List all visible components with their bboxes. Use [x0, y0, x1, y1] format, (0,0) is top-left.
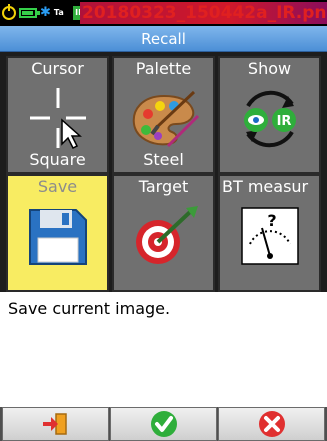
page-title: Recall	[0, 26, 327, 52]
tile-target-label: Target	[138, 177, 189, 196]
tile-bt-measure-label: BT measur	[222, 177, 309, 196]
tile-cursor[interactable]: Cursor Square	[6, 56, 109, 174]
tile-target[interactable]: Target	[112, 174, 215, 292]
status-icons: ✱ Ta IR	[2, 4, 87, 21]
power-icon	[2, 4, 16, 20]
confirm-button[interactable]	[110, 407, 217, 441]
cancel-icon	[258, 411, 285, 437]
palette-icon	[132, 90, 200, 148]
meter-gauge-icon: ?	[241, 207, 299, 265]
ir-label: IR	[277, 114, 292, 129]
tile-palette[interactable]: Palette Steel	[112, 56, 215, 174]
tile-cursor-label: Cursor	[31, 59, 84, 78]
tile-save-label: Save	[37, 177, 78, 196]
status-bar: ✱ Ta IR 20180323_150442a_IR.png	[0, 0, 327, 26]
tile-show-label: Show	[247, 59, 292, 78]
tile-cursor-value: Square	[29, 150, 86, 169]
check-icon	[150, 411, 177, 437]
tile-palette-value: Steel	[143, 150, 184, 169]
target-dart-icon	[136, 206, 198, 264]
tile-save[interactable]: Save	[6, 174, 109, 292]
exit-button[interactable]	[2, 407, 109, 441]
filename-label: 20180323_150442a_IR.png	[80, 2, 327, 24]
tile-show[interactable]: Show IR	[218, 56, 321, 174]
description-text: Save current image.	[0, 292, 327, 407]
cancel-button[interactable]	[218, 407, 325, 441]
cursor-crosshair-icon	[30, 88, 86, 150]
ta-icon: Ta	[53, 8, 64, 17]
bluetooth-icon: ✱	[40, 5, 51, 20]
tile-palette-label: Palette	[135, 59, 192, 78]
battery-icon	[19, 8, 40, 18]
gauge-question-mark: ?	[267, 211, 276, 230]
floppy-disk-icon	[29, 209, 87, 265]
menu-grid: Cursor Square Palette Steel Show IR Save…	[0, 52, 327, 292]
exit-icon	[42, 413, 67, 435]
bottom-toolbar	[0, 407, 327, 441]
tile-bt-measure[interactable]: BT measur ?	[218, 174, 321, 292]
visible-ir-swap-icon: IR	[244, 90, 296, 148]
